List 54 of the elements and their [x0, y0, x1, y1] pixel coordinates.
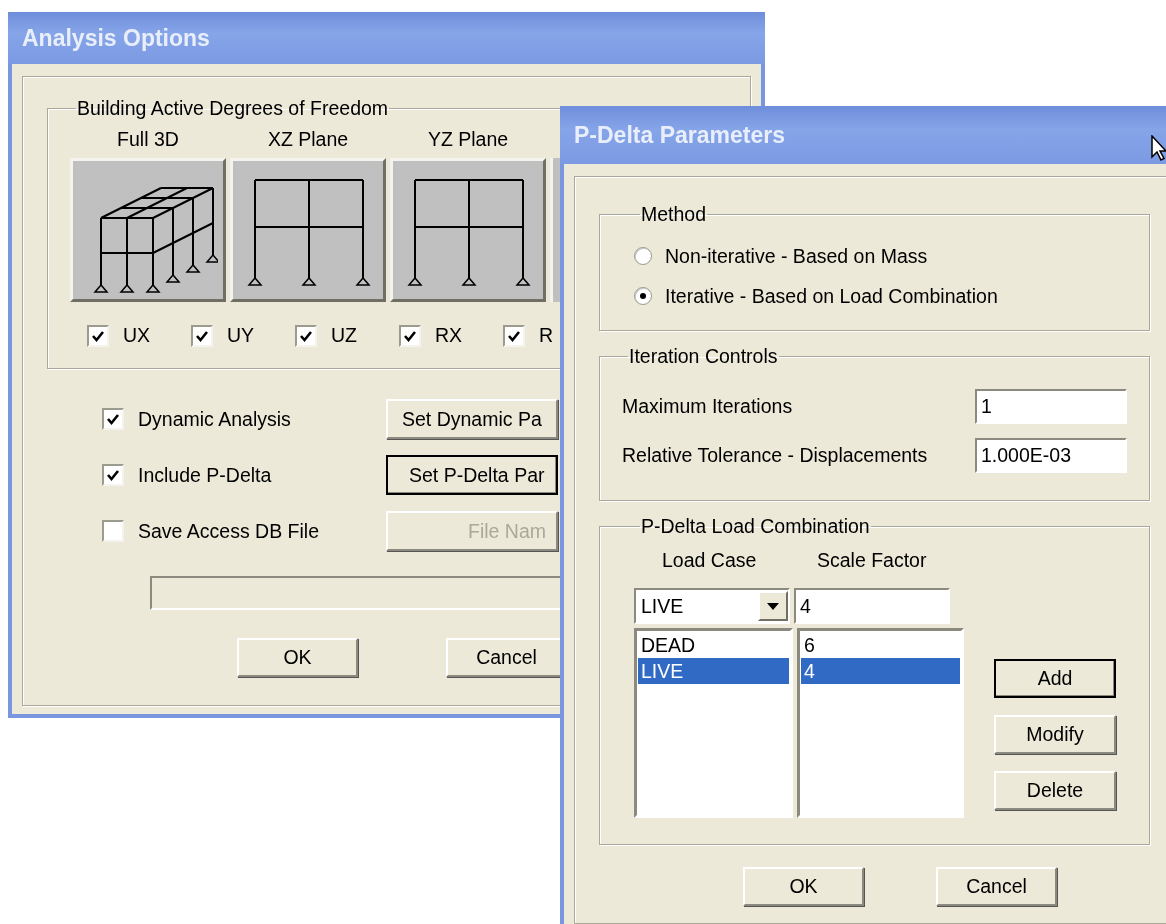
view-label: YZ Plane: [427, 127, 509, 152]
check-icon: [106, 468, 120, 482]
list-item[interactable]: 4: [801, 658, 960, 684]
list-action-button[interactable]: Delete: [994, 771, 1116, 810]
input-field[interactable]: 1.000E-03: [975, 438, 1127, 473]
checkbox[interactable]: [399, 324, 421, 347]
dropdown[interactable]: LIVE: [634, 588, 790, 624]
settings-button[interactable]: Set P-Delta Par: [386, 455, 558, 495]
list-item[interactable]: LIVE: [638, 658, 789, 684]
column-header: Load Case: [662, 548, 758, 572]
radio-button[interactable]: [634, 287, 652, 305]
checkbox[interactable]: [102, 464, 124, 486]
radio-label: Iterative - Based on Load Combination: [665, 284, 998, 308]
list-action-button[interactable]: Add: [994, 659, 1116, 698]
window-title: P-Delta Parameters: [574, 121, 785, 149]
dialog-button[interactable]: Cancel: [936, 867, 1057, 906]
group-label: Iteration Controls: [628, 345, 779, 368]
group-label: P-Delta Load Combination: [640, 515, 871, 538]
list-item[interactable]: DEAD: [638, 632, 789, 658]
input-field[interactable]: 4: [794, 588, 950, 624]
mouse-cursor-icon: [1151, 135, 1166, 161]
view-button[interactable]: [390, 158, 546, 302]
column-header: Scale Factor: [817, 548, 927, 572]
radio-label: Non-iterative - Based on Mass: [665, 244, 928, 268]
group-label: Method: [640, 203, 708, 226]
checkbox-label: R: [539, 324, 554, 347]
input-field[interactable]: 1: [975, 389, 1127, 424]
list-item[interactable]: 6: [801, 632, 960, 658]
checkbox-label: UY: [227, 324, 255, 347]
field-label: Relative Tolerance - Displacements: [622, 444, 928, 467]
list-action-button[interactable]: Modify: [994, 715, 1116, 754]
checkbox[interactable]: [295, 324, 317, 347]
checkbox-label: Include P-Delta: [138, 463, 273, 487]
settings-button[interactable]: Set Dynamic Pa: [386, 399, 558, 439]
checkbox[interactable]: [191, 324, 213, 347]
view-button[interactable]: [70, 158, 226, 302]
dialog-button[interactable]: OK: [237, 638, 358, 677]
checkbox-label: RX: [435, 324, 463, 347]
checkbox-label: Save Access DB File: [138, 519, 320, 543]
checkbox[interactable]: [102, 408, 124, 430]
dialog-button[interactable]: OK: [743, 867, 864, 906]
group-label: Building Active Degrees of Freedom: [76, 97, 390, 120]
checkbox-label: UZ: [331, 324, 357, 347]
checkbox-label: Dynamic Analysis: [138, 407, 292, 431]
window-title: Analysis Options: [22, 24, 210, 52]
view-button[interactable]: [230, 158, 386, 302]
checkbox[interactable]: [503, 324, 525, 347]
view-label: Full 3D: [117, 127, 179, 152]
checkbox-label: UX: [123, 324, 151, 347]
check-icon: [106, 412, 120, 426]
radio-button[interactable]: [634, 247, 652, 265]
field-label: Maximum Iterations: [622, 395, 793, 418]
view-label: XZ Plane: [267, 127, 349, 152]
checkbox[interactable]: [87, 324, 109, 347]
